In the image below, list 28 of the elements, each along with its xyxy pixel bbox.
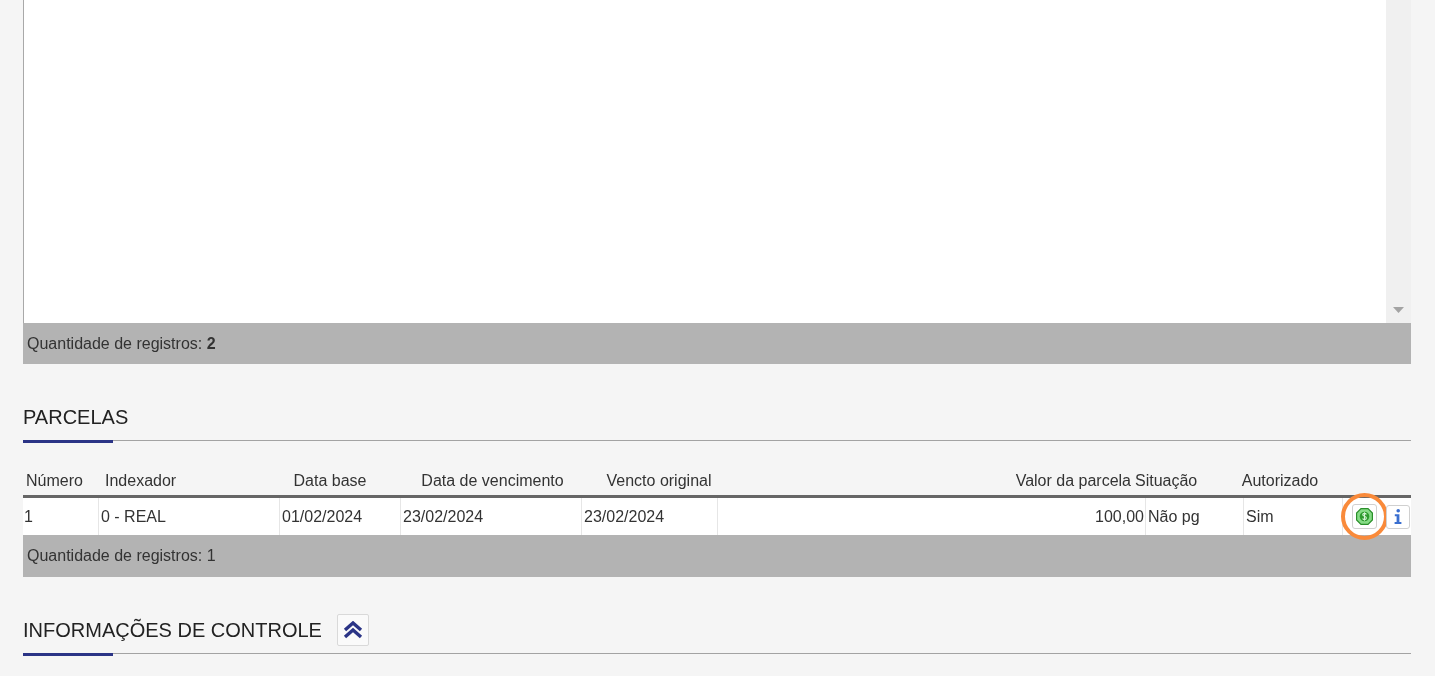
info-button[interactable] xyxy=(1386,504,1410,529)
table-cell: 0 - REAL xyxy=(98,498,279,535)
collapse-toggle-button[interactable] xyxy=(336,614,369,646)
info-icon xyxy=(1394,509,1402,524)
table-cell: Não pg xyxy=(1145,498,1243,535)
column-header: Data base xyxy=(293,471,367,489)
record-count: Quantidade de registros: 1 xyxy=(27,547,216,565)
table-cell: 1 xyxy=(23,498,98,535)
column-header: Data de vencimento xyxy=(421,471,564,489)
table-cell: 23/02/2024 xyxy=(400,498,581,535)
scrollbar[interactable] xyxy=(1386,0,1411,323)
double-chevron-up-icon xyxy=(342,621,363,639)
section-title: PARCELAS xyxy=(23,405,129,429)
column-header: Valor da parcela xyxy=(1015,471,1131,489)
column-header: Número xyxy=(26,471,83,489)
table-cell: 100,00 xyxy=(717,498,1145,535)
column-header: Situação xyxy=(1135,471,1198,489)
table-cell: 01/02/2024 xyxy=(279,498,400,535)
caret-down-icon[interactable] xyxy=(1393,307,1404,313)
payment-button[interactable] xyxy=(1352,504,1377,529)
table-cell: Sim xyxy=(1243,498,1342,535)
table-cell: 23/02/2024 xyxy=(581,498,717,535)
section-title: INFORMAÇÕES DE CONTROLE xyxy=(23,618,322,642)
dollar-octagon-icon xyxy=(1356,508,1373,525)
record-count: Quantidade de registros: 2 xyxy=(27,334,216,353)
column-header: Vencto original xyxy=(606,471,712,489)
column-header: Autorizado xyxy=(1241,471,1319,489)
column-header: Indexador xyxy=(105,471,177,489)
